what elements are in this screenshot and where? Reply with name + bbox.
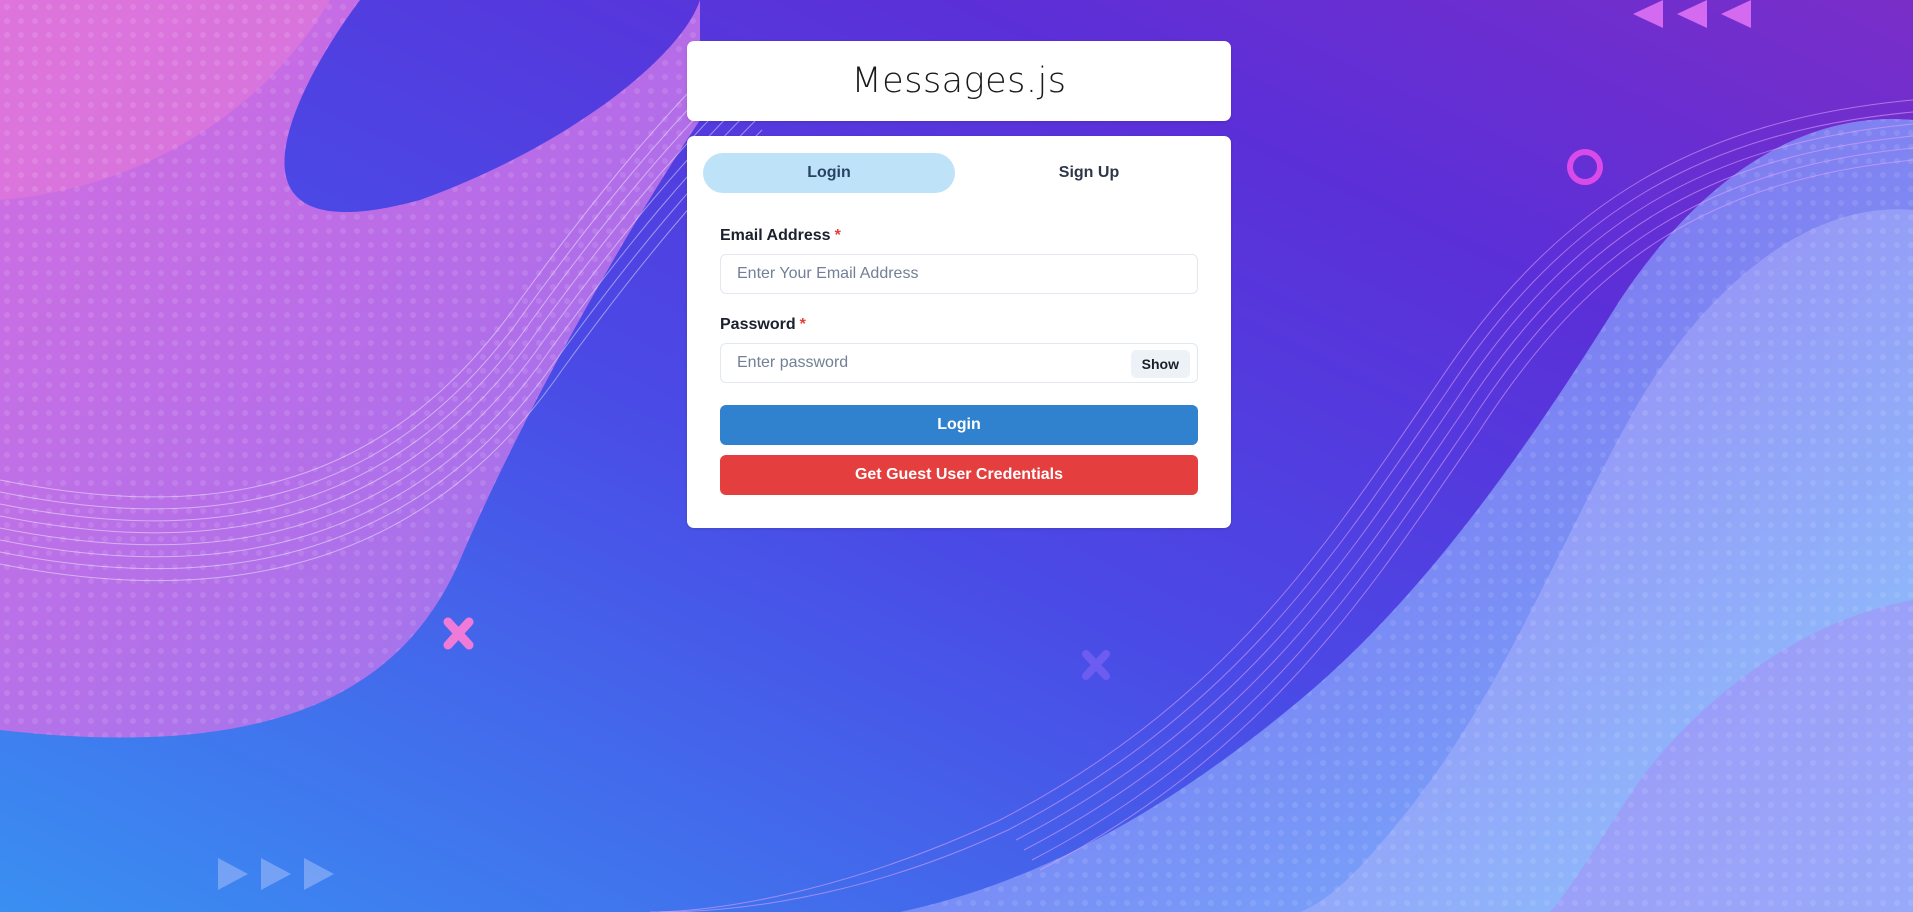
login-button[interactable]: Login bbox=[720, 405, 1198, 445]
email-label-text: Email Address bbox=[720, 227, 831, 244]
email-input-wrapper bbox=[720, 254, 1198, 294]
show-password-button[interactable]: Show bbox=[1130, 350, 1190, 378]
app-title: Messages.js bbox=[851, 61, 1067, 101]
auth-card: Login Sign Up Email Address* Password* S… bbox=[687, 136, 1231, 528]
app-title-card: Messages.js bbox=[687, 41, 1231, 121]
email-label: Email Address * bbox=[720, 227, 1198, 245]
auth-container: Messages.js Login Sign Up Email Address *… bbox=[687, 41, 1231, 528]
guest-credentials-button[interactable]: Get Guest User Credentials bbox=[720, 455, 1198, 495]
tab-sign-up[interactable]: Sign Up bbox=[963, 153, 1215, 193]
password-label-text: Password bbox=[720, 316, 796, 333]
email-required-mark: * bbox=[834, 227, 841, 244]
password-required-mark: * bbox=[799, 316, 806, 333]
login-form: Email Address* Password* Show Login Get … bbox=[703, 227, 1215, 495]
password-label: Password * bbox=[720, 316, 1198, 334]
auth-tabs: Login Sign Up bbox=[703, 153, 1215, 193]
email-input[interactable] bbox=[721, 255, 1197, 293]
password-input-wrapper: Show bbox=[720, 343, 1198, 383]
tab-login[interactable]: Login bbox=[703, 153, 955, 193]
password-input[interactable] bbox=[721, 344, 1197, 382]
